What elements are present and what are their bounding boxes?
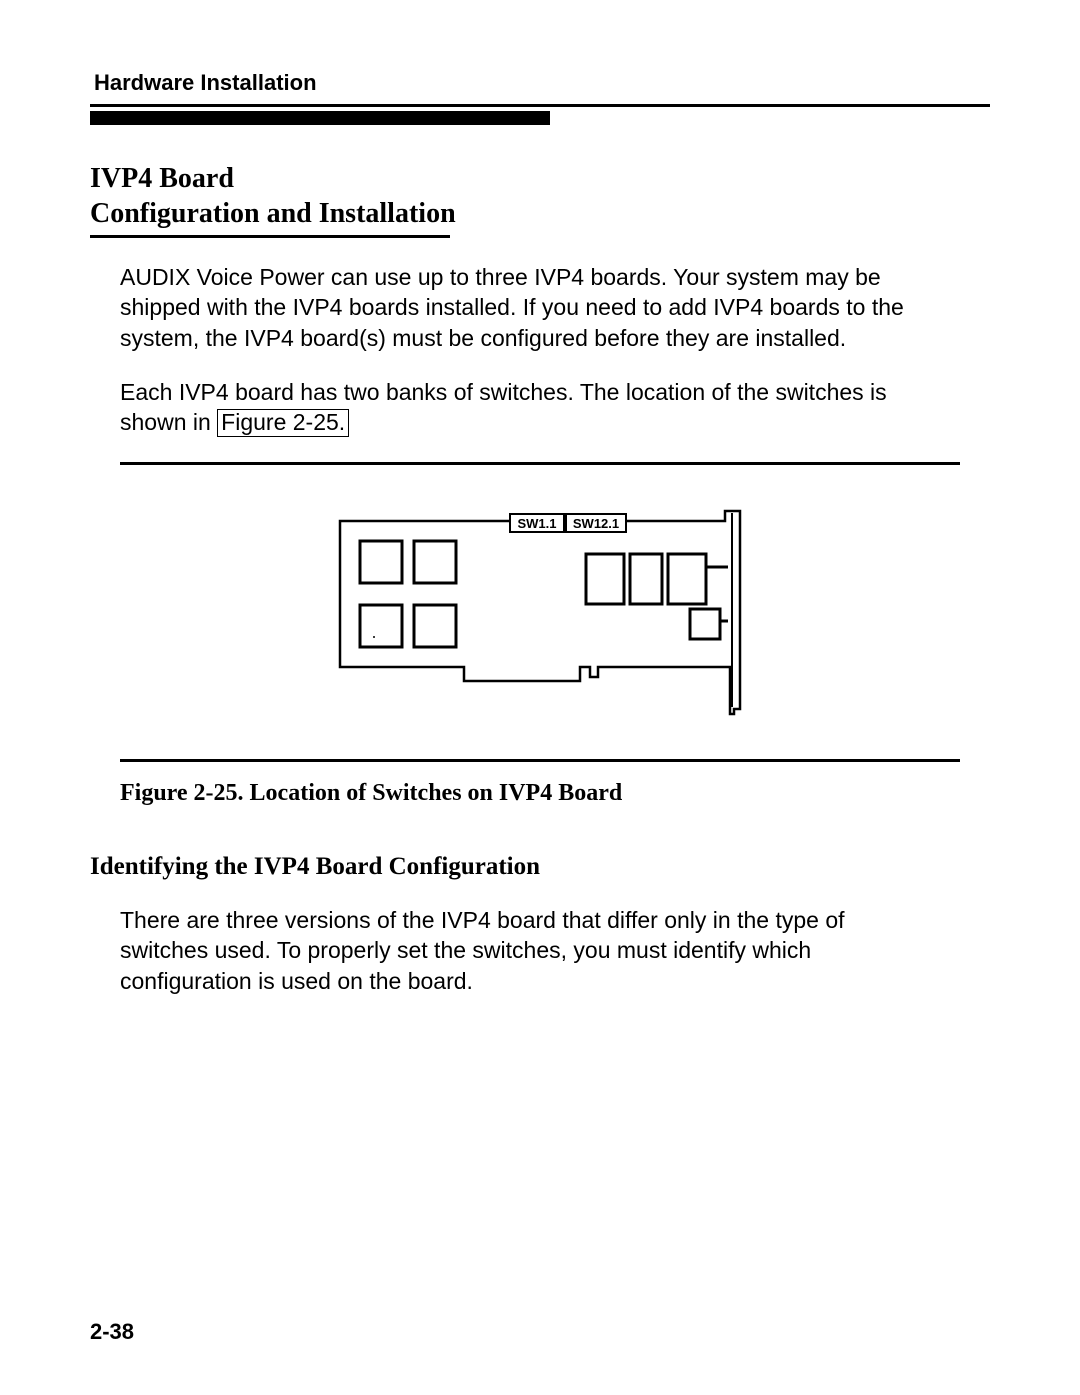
header-rule-thin (90, 104, 990, 107)
page-number: 2-38 (90, 1319, 134, 1345)
paragraph-2: Each IVP4 board has two banks of switche… (120, 377, 910, 438)
figure-rule-bottom (120, 759, 960, 762)
section-title-line2: Configuration and Installation (90, 196, 990, 231)
figure-block: SW1.1 SW12.1 (120, 462, 960, 762)
subsection-body: There are three versions of the IVP4 boa… (120, 905, 910, 996)
figure-area: SW1.1 SW12.1 (120, 465, 960, 759)
label-sw1: SW1.1 (517, 516, 556, 531)
figure-caption: Figure 2-25. Location of Switches on IVP… (120, 780, 960, 807)
paragraph-1: AUDIX Voice Power can use up to three IV… (120, 262, 910, 353)
label-sw12: SW12.1 (573, 516, 619, 531)
section-title-line1: IVP4 Board (90, 161, 990, 196)
subsection-paragraph-1: There are three versions of the IVP4 boa… (120, 905, 910, 996)
section-title: IVP4 Board Configuration and Installatio… (90, 161, 990, 231)
section-underline (90, 235, 450, 238)
body-text: AUDIX Voice Power can use up to three IV… (120, 262, 910, 438)
running-head: Hardware Installation (90, 70, 990, 96)
figure-ref-link[interactable]: Figure 2-25. (217, 409, 349, 436)
ivp4-board-diagram: SW1.1 SW12.1 (330, 509, 750, 729)
header-rule-thick (90, 111, 550, 125)
subsection-title: Identifying the IVP4 Board Configuration (90, 853, 990, 881)
page: Hardware Installation IVP4 Board Configu… (0, 0, 1080, 1395)
